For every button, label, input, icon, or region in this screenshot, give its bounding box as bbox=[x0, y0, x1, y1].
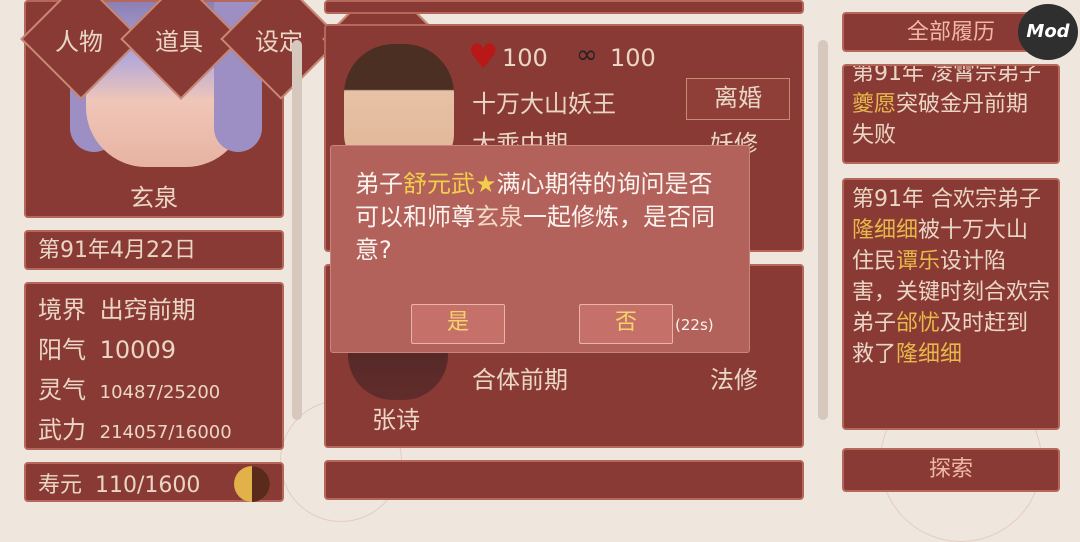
history-person: 谭乐 bbox=[896, 249, 941, 274]
history-person: 隆细细 bbox=[896, 342, 963, 367]
history-text: 第91年 合欢宗弟子 bbox=[852, 187, 1041, 212]
mid-bottom-panel bbox=[324, 460, 804, 500]
history-person: 夔愿 bbox=[852, 92, 897, 117]
master-name-highlight: 玄泉 bbox=[475, 203, 523, 231]
spouse-title: 十万大山妖王 bbox=[472, 90, 616, 118]
stat-value: 出窍前期 bbox=[99, 296, 196, 324]
stat-realm: 境界 出窍前期 bbox=[38, 290, 270, 330]
history-text: 第91年 凌霄宗弟 bbox=[852, 64, 1019, 86]
history-person: 邰忧 bbox=[896, 311, 941, 336]
stats-panel: 境界 出窍前期 阳气 10009 灵气 10487/25200 武力 21405… bbox=[24, 282, 284, 450]
middle-scrollbar[interactable] bbox=[818, 40, 828, 420]
player-name: 玄泉 bbox=[130, 184, 178, 212]
stat-label: 阳气 bbox=[38, 336, 86, 364]
left-scrollbar[interactable] bbox=[292, 40, 302, 420]
lifespan-value: 110/1600 bbox=[95, 473, 201, 498]
stat-value: 10487/25200 bbox=[99, 382, 221, 403]
disciple-name-highlight: 舒元武★ bbox=[403, 170, 497, 198]
obedience-value: 100 bbox=[610, 44, 656, 72]
stat-spirit: 灵气 10487/25200 bbox=[38, 370, 270, 410]
stat-yang: 阳气 10009 bbox=[38, 330, 270, 370]
lifespan-label: 寿元 bbox=[38, 473, 83, 498]
stat-power: 武力 214057/16000 bbox=[38, 410, 270, 450]
history-entry: 第91年 合欢宗弟子隆细细被十万大山住民谭乐设计陷害，关键时刻合欢宗弟子邰忧及时… bbox=[842, 178, 1060, 430]
dialog-message: 弟子舒元武★满心期待的询问是否可以和师尊玄泉一起修炼，是否同意? bbox=[355, 168, 735, 267]
date-display: 第91年4月22日 bbox=[24, 230, 284, 270]
cultivation-request-dialog: 弟子舒元武★满心期待的询问是否可以和师尊玄泉一起修炼，是否同意? 是 否 (22… bbox=[330, 145, 750, 353]
disciple-class: 法修 bbox=[710, 366, 758, 394]
yes-button[interactable]: 是 bbox=[411, 304, 505, 344]
mid-top-panel bbox=[324, 0, 804, 14]
history-entry: 第91年 凌霄宗弟子夔愿突破金丹前期失败 bbox=[842, 64, 1060, 164]
stat-label: 灵气 bbox=[38, 376, 86, 404]
divorce-button[interactable]: 离婚 bbox=[686, 78, 790, 120]
disciple-realm: 合体前期 bbox=[472, 366, 568, 394]
yin-yang-icon[interactable] bbox=[234, 466, 270, 502]
no-button[interactable]: 否 bbox=[579, 304, 673, 344]
disciple-name: 张诗 bbox=[372, 406, 420, 434]
heart-icon: ♥ bbox=[468, 37, 499, 77]
stat-value: 214057/16000 bbox=[99, 422, 232, 443]
affection-value: 100 bbox=[502, 44, 548, 72]
stat-value: 10009 bbox=[99, 336, 176, 364]
stat-label: 武力 bbox=[38, 416, 86, 444]
mod-badge[interactable]: Mod bbox=[1018, 4, 1078, 60]
dialog-text: 弟子 bbox=[355, 170, 403, 198]
stat-label: 境界 bbox=[38, 296, 86, 324]
explore-button[interactable]: 探索 bbox=[842, 448, 1060, 492]
countdown-timer: (22s) bbox=[675, 316, 714, 334]
history-person: 隆细细 bbox=[852, 218, 919, 243]
tab-settings[interactable]: 设定 bbox=[234, 22, 324, 57]
tab-items[interactable]: 道具 bbox=[134, 22, 224, 57]
handcuffs-icon: ∞ bbox=[576, 40, 598, 70]
tab-character[interactable]: 人物 bbox=[34, 22, 124, 57]
history-text: 子 bbox=[1019, 64, 1042, 86]
